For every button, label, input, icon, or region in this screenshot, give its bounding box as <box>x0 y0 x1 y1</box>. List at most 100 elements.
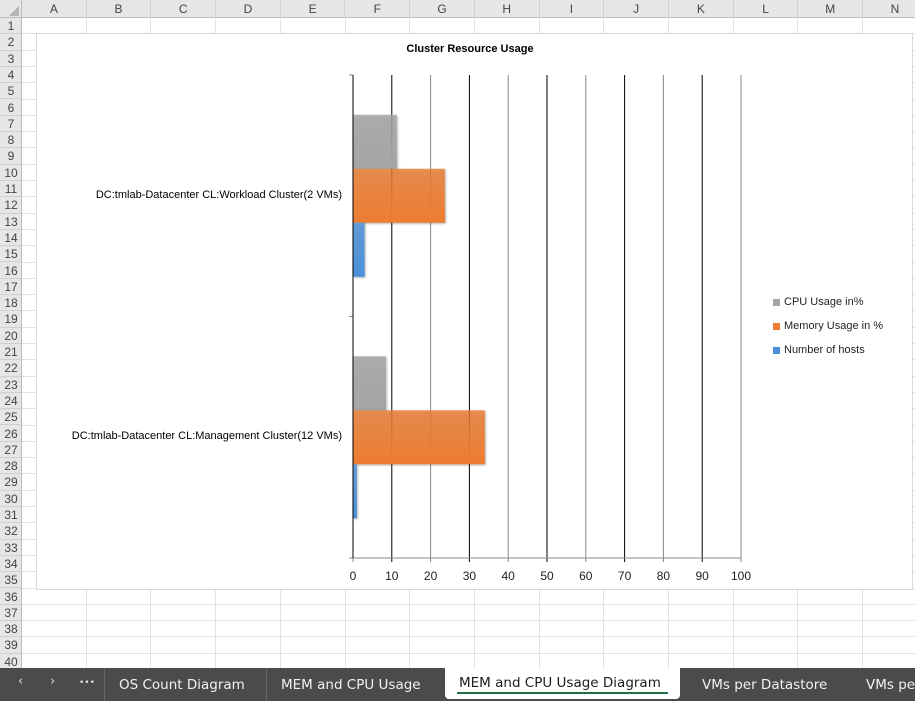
column-header-J[interactable]: J <box>604 0 669 18</box>
column-header-D[interactable]: D <box>216 0 281 18</box>
row-header-22[interactable]: 22 <box>0 360 21 377</box>
row-header-18[interactable]: 18 <box>0 295 21 312</box>
row-header-15[interactable]: 15 <box>0 246 21 263</box>
column-header-I[interactable]: I <box>540 0 605 18</box>
active-tab-indicator <box>457 692 668 694</box>
legend-item-memory: Memory Usage in % <box>773 320 883 332</box>
row-header-35[interactable]: 35 <box>0 572 21 589</box>
row-header-9[interactable]: 9 <box>0 148 21 165</box>
row-header-37[interactable]: 37 <box>0 605 21 622</box>
row-header-2[interactable]: 2 <box>0 34 21 51</box>
bar-memory-usage-in--1 <box>353 410 485 465</box>
row-header-5[interactable]: 5 <box>0 83 21 100</box>
x-tick-label: 100 <box>730 569 752 583</box>
column-header-C[interactable]: C <box>151 0 217 18</box>
legend-item-hosts: Number of hosts <box>773 344 865 356</box>
x-tick-label: 60 <box>579 569 593 583</box>
column-header-A[interactable]: A <box>22 0 87 18</box>
column-header-B[interactable]: B <box>87 0 152 18</box>
row-header-27[interactable]: 27 <box>0 442 21 459</box>
row-header-6[interactable]: 6 <box>0 100 21 116</box>
row-header-20[interactable]: 20 <box>0 328 21 344</box>
tab-mem-and-cpu-usage-diagram[interactable]: MEM and CPU Usage Diagram <box>445 668 680 699</box>
x-tick-label: 0 <box>349 569 357 583</box>
column-header-M[interactable]: M <box>798 0 864 18</box>
row-header-30[interactable]: 30 <box>0 491 21 507</box>
row-header-34[interactable]: 34 <box>0 556 21 573</box>
row-header-26[interactable]: 26 <box>0 426 21 442</box>
chart-plot-area <box>349 74 742 562</box>
column-header-bar: ABCDEFGHIJKLMN <box>0 0 915 18</box>
column-header-E[interactable]: E <box>281 0 346 18</box>
gridline <box>22 652 915 654</box>
column-header-F[interactable]: F <box>346 0 411 18</box>
row-header-23[interactable]: 23 <box>0 377 21 393</box>
chart-cluster-resource-usage[interactable]: Cluster Resource Usage DC:tmlab-Datacent… <box>36 33 913 590</box>
legend-label: Number of hosts <box>784 344 865 356</box>
row-header-7[interactable]: 7 <box>0 116 21 133</box>
tab-label: MEM and CPU Usage Diagram <box>459 675 661 691</box>
row-header-39[interactable]: 39 <box>0 637 21 654</box>
gridline <box>22 603 915 605</box>
row-header-40[interactable]: 40 <box>0 654 21 668</box>
row-header-17[interactable]: 17 <box>0 279 21 296</box>
row-header-32[interactable]: 32 <box>0 523 21 540</box>
legend-item-cpu: CPU Usage in% <box>773 296 863 308</box>
row-header-16[interactable]: 16 <box>0 263 21 279</box>
column-header-H[interactable]: H <box>475 0 540 18</box>
row-header-33[interactable]: 33 <box>0 540 21 556</box>
legend-label: Memory Usage in % <box>784 320 884 332</box>
gridline <box>22 636 915 638</box>
bar-number-of-hosts-0 <box>353 222 365 277</box>
row-header-3[interactable]: 3 <box>0 51 21 67</box>
sheet-tab-bar: ‹ › ••• OS Count Diagram MEM and CPU Usa… <box>0 668 915 701</box>
row-header-12[interactable]: 12 <box>0 197 21 214</box>
row-header-38[interactable]: 38 <box>0 621 21 638</box>
select-all-button[interactable] <box>0 0 22 18</box>
column-header-G[interactable]: G <box>410 0 475 18</box>
more-sheets-button[interactable]: ••• <box>79 678 95 688</box>
prev-sheet-button[interactable]: ‹ <box>18 674 23 689</box>
row-header-bar: 1 2 3 4 5 6 7 8 9 10 11 12 13 14 15 16 17 18 19 20 21 22 23 24 2… <box>0 18 22 668</box>
column-header-K[interactable]: K <box>669 0 734 18</box>
row-header-19[interactable]: 19 <box>0 311 21 328</box>
row-header-25[interactable]: 25 <box>0 409 21 426</box>
x-tick-label: 70 <box>617 569 632 583</box>
x-tick-label: 30 <box>462 569 477 583</box>
legend-swatch <box>773 298 780 306</box>
legend-swatch <box>773 322 780 330</box>
row-header-36[interactable]: 36 <box>0 589 21 605</box>
bar-cpu-usage-in--1 <box>353 356 386 411</box>
row-header-31[interactable]: 31 <box>0 507 21 524</box>
gridline <box>22 620 915 622</box>
row-header-4[interactable]: 4 <box>0 67 21 84</box>
legend-label: CPU Usage in% <box>784 296 864 308</box>
row-header-11[interactable]: 11 <box>0 181 21 198</box>
tab-vms-per-datastore[interactable]: VMs per Datastore <box>688 668 841 701</box>
row-header-10[interactable]: 10 <box>0 165 21 181</box>
next-sheet-button[interactable]: › <box>50 674 55 689</box>
tab-os-count-diagram[interactable]: OS Count Diagram <box>104 668 259 701</box>
row-header-1[interactable]: 1 <box>0 18 21 35</box>
row-header-8[interactable]: 8 <box>0 132 21 149</box>
tab-vms-per[interactable]: VMs pe <box>852 668 915 701</box>
row-header-13[interactable]: 13 <box>0 214 21 230</box>
row-header-24[interactable]: 24 <box>0 393 21 410</box>
x-tick-label: 50 <box>540 569 554 583</box>
row-header-29[interactable]: 29 <box>0 474 21 491</box>
bar-cpu-usage-in--0 <box>353 114 397 169</box>
row-header-21[interactable]: 21 <box>0 344 21 361</box>
x-tick-label: 90 <box>695 569 709 583</box>
category-label: DC:tmlab-Datacenter CL:Workload Cluster(… <box>95 189 342 201</box>
legend-swatch <box>773 346 780 354</box>
x-tick-label: 40 <box>501 569 515 583</box>
row-header-28[interactable]: 28 <box>0 458 21 475</box>
row-header-14[interactable]: 14 <box>0 230 21 247</box>
x-tick-label: 10 <box>385 569 399 583</box>
column-header-N[interactable]: N <box>863 0 915 18</box>
bar-number-of-hosts-1 <box>353 464 357 519</box>
bar-memory-usage-in--0 <box>353 168 445 223</box>
category-label: DC:tmlab-Datacenter CL:Management Cluste… <box>71 430 342 442</box>
tab-mem-and-cpu-usage[interactable]: MEM and CPU Usage <box>266 668 435 701</box>
column-header-L[interactable]: L <box>734 0 799 18</box>
